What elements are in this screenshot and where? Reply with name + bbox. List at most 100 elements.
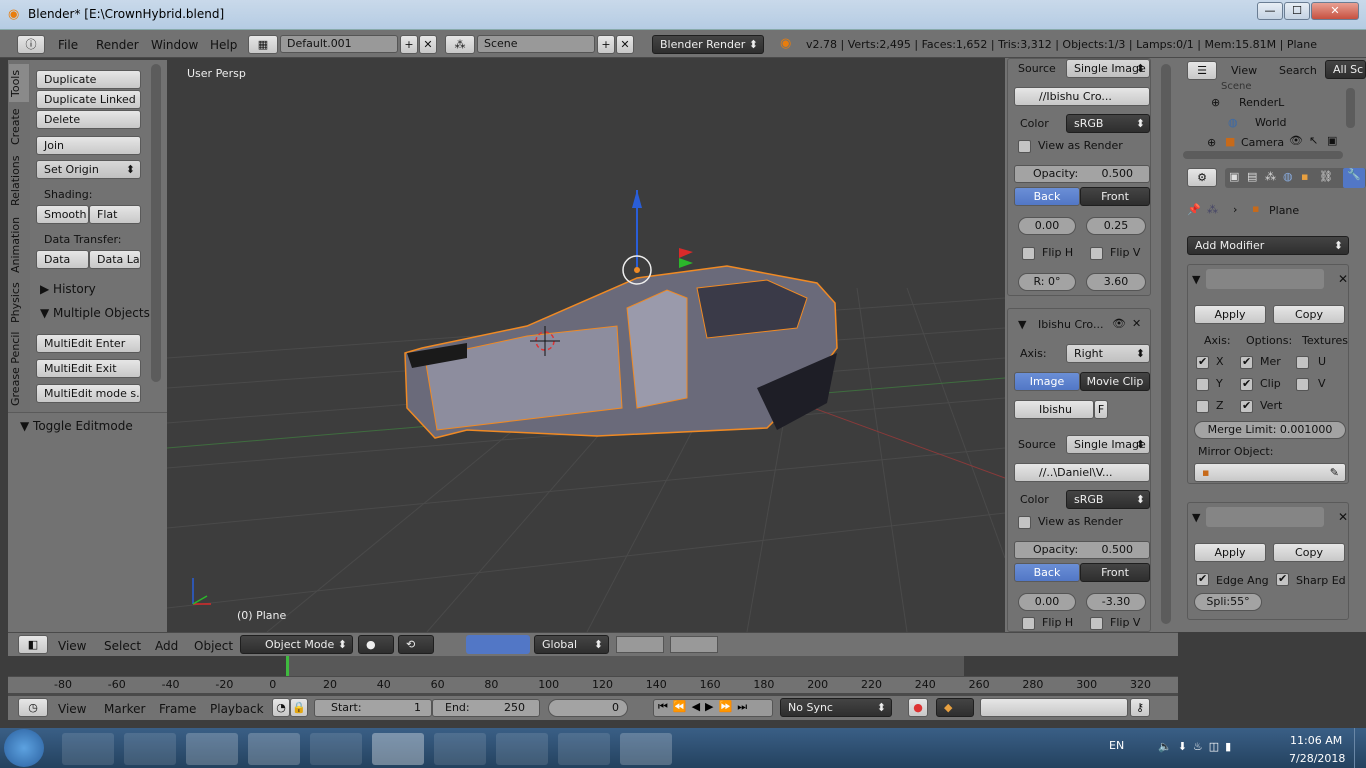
keying-set-field[interactable] <box>980 698 1128 717</box>
z-arrow-head-icon[interactable] <box>632 190 642 208</box>
edge-angle-checkbox[interactable] <box>1196 572 1209 586</box>
world-tab-icon[interactable]: ◍ <box>1283 170 1293 183</box>
panel-scrollbar[interactable] <box>1161 64 1171 624</box>
outliner-world[interactable]: World <box>1255 116 1287 129</box>
menu-window[interactable]: Window <box>151 38 198 52</box>
pivot-point-dropdown[interactable]: ⟲ <box>398 635 434 654</box>
back-toggle-2[interactable]: Back <box>1014 563 1080 582</box>
size-field[interactable]: 3.60 <box>1086 273 1146 291</box>
texture-u-checkbox[interactable] <box>1296 356 1309 369</box>
snap-and-render-icons[interactable] <box>726 635 896 654</box>
menu-playback[interactable]: Playback <box>210 702 264 716</box>
layer-buttons-2[interactable] <box>670 636 718 653</box>
menu-add[interactable]: Add <box>155 639 178 653</box>
image-file-field[interactable]: //Ibishu Cro... <box>1014 87 1150 106</box>
add-modifier-dropdown[interactable]: Add Modifier ⬍ <box>1187 236 1349 255</box>
insert-keyframe-icon[interactable]: ⚷ <box>1130 698 1150 717</box>
flat-button[interactable]: Flat <box>89 205 141 224</box>
smooth-button[interactable]: Smooth <box>36 205 89 224</box>
menu-select[interactable]: Select <box>104 639 141 653</box>
end-frame-field[interactable]: End: 250 <box>432 699 540 717</box>
tab-relations[interactable]: Relations <box>9 152 29 210</box>
delete-scene-icon[interactable]: ✕ <box>616 35 634 54</box>
flip-v-checkbox-2[interactable] <box>1090 617 1103 630</box>
mirror-object-field[interactable]: ▪ ✎ <box>1194 463 1346 482</box>
start-button-icon[interactable] <box>4 729 44 767</box>
blender-taskbar-icon[interactable] <box>372 733 424 765</box>
offset-y-field[interactable]: 0.25 <box>1086 217 1146 235</box>
front-toggle[interactable]: Front <box>1080 187 1150 206</box>
select-arrow-icon[interactable]: ↖ <box>1309 134 1318 147</box>
modifiers-tab-icon[interactable]: 🔧 <box>1343 168 1365 188</box>
flip-h-checkbox[interactable] <box>1022 247 1035 260</box>
clip-checkbox[interactable] <box>1240 377 1253 391</box>
collapse-arrow-icon[interactable]: ▼ <box>1192 273 1200 286</box>
minimize-button[interactable]: — <box>1257 2 1283 20</box>
data-layout-button[interactable]: Data La <box>89 250 141 269</box>
tab-create[interactable]: Create <box>9 106 29 148</box>
current-frame-field[interactable]: 0 <box>548 699 628 717</box>
internet-explorer-icon[interactable] <box>124 733 176 765</box>
y-arrow-head-icon[interactable] <box>679 258 693 268</box>
layers-tab-icon[interactable]: ▤ <box>1247 170 1257 183</box>
menu-frame[interactable]: Frame <box>159 702 196 716</box>
rotation-field[interactable]: R: 0° <box>1018 273 1076 291</box>
image-toggle[interactable]: Image <box>1014 372 1080 391</box>
outliner-scene[interactable]: Scene <box>1221 81 1252 92</box>
tab-animation[interactable]: Animation <box>9 214 29 276</box>
outliner-renderlayers[interactable]: RenderL <box>1239 96 1284 109</box>
image-file-field-2[interactable]: //..\Daniel\V... <box>1014 463 1150 482</box>
toggle-editmode-panel[interactable]: ▼ Toggle Editmode <box>20 419 133 433</box>
merge-checkbox[interactable] <box>1240 355 1253 369</box>
record-icon[interactable]: ● <box>908 698 928 717</box>
collapse-arrow-icon[interactable]: ▼ <box>1192 511 1200 524</box>
scene-field[interactable]: Scene <box>477 35 595 53</box>
manipulator-toggles[interactable] <box>466 635 530 654</box>
copy-button[interactable]: Copy <box>1273 543 1345 562</box>
layer-buttons-1[interactable] <box>616 636 664 653</box>
apply-button[interactable]: Apply <box>1194 305 1266 324</box>
data-button[interactable]: Data <box>36 250 89 269</box>
source-dropdown[interactable]: Single Image ⬍ <box>1066 59 1150 78</box>
modifier-header-toggles[interactable] <box>1206 269 1324 289</box>
timeline-editor-icon[interactable]: ◷ <box>18 698 48 717</box>
eye-icon[interactable]: 👁 <box>1112 317 1126 330</box>
property-context-tabs[interactable]: ▣ ▤ ⁂ ◍ ▪ ⛓ 🔧 <box>1225 168 1366 188</box>
multiedit-enter-button[interactable]: MultiEdit Enter <box>36 334 141 353</box>
offset-y-field-2[interactable]: -3.30 <box>1086 593 1146 611</box>
spreadsheet-app-icon[interactable] <box>620 733 672 765</box>
sharp-edges-checkbox[interactable] <box>1276 572 1289 586</box>
split-angle-field[interactable]: Spli:55° <box>1194 593 1262 611</box>
screen-layout-icon[interactable]: ▦ <box>248 35 278 54</box>
visibility-eye-icon[interactable]: 👁 <box>1289 134 1303 147</box>
language-indicator[interactable]: EN <box>1109 739 1124 752</box>
multiedit-mode-button[interactable]: MultiEdit mode s... <box>36 384 141 403</box>
maximize-button[interactable]: ☐ <box>1284 2 1310 20</box>
outliner-hscrollbar[interactable] <box>1183 151 1343 159</box>
history-panel[interactable]: ▶ History <box>40 282 96 296</box>
viewport-shading-dropdown[interactable]: ● <box>358 635 394 654</box>
display-mode-dropdown[interactable]: All Sc <box>1325 60 1366 79</box>
fake-user-button[interactable]: F <box>1094 400 1108 419</box>
delete-layout-icon[interactable]: ✕ <box>419 35 437 54</box>
menu-file[interactable]: File <box>58 38 78 52</box>
scene-icon[interactable]: ⁂ <box>445 35 475 54</box>
keying-icon[interactable]: ◆ <box>936 698 974 717</box>
expand-icon[interactable]: ⊕ <box>1211 96 1220 109</box>
properties-editor-icon[interactable]: ⚙ <box>1187 168 1217 187</box>
opacity-slider-2[interactable]: Opacity: 0.500 <box>1014 541 1150 559</box>
eyedropper-icon[interactable]: ✎ <box>1330 464 1339 481</box>
close-button[interactable]: ✕ <box>1311 2 1359 20</box>
duplicate-linked-button[interactable]: Duplicate Linked <box>36 90 141 109</box>
interaction-mode-dropdown[interactable]: Object Mode ⬍ <box>240 635 353 654</box>
sync-mode-dropdown[interactable]: No Sync ⬍ <box>780 698 892 717</box>
render-engine-dropdown[interactable]: Blender Render ⬍ <box>652 35 764 54</box>
3d-viewport[interactable]: User Persp (0) Plane <box>167 58 1005 632</box>
copy-button[interactable]: Copy <box>1273 305 1345 324</box>
outliner-search-menu[interactable]: Search <box>1279 64 1317 77</box>
front-toggle-2[interactable]: Front <box>1080 563 1150 582</box>
lock-icon[interactable]: 🔒 <box>290 698 308 717</box>
apply-button[interactable]: Apply <box>1194 543 1266 562</box>
flip-h-checkbox-2[interactable] <box>1022 617 1035 630</box>
3d-view-editor-icon[interactable]: ◧ <box>18 635 48 654</box>
